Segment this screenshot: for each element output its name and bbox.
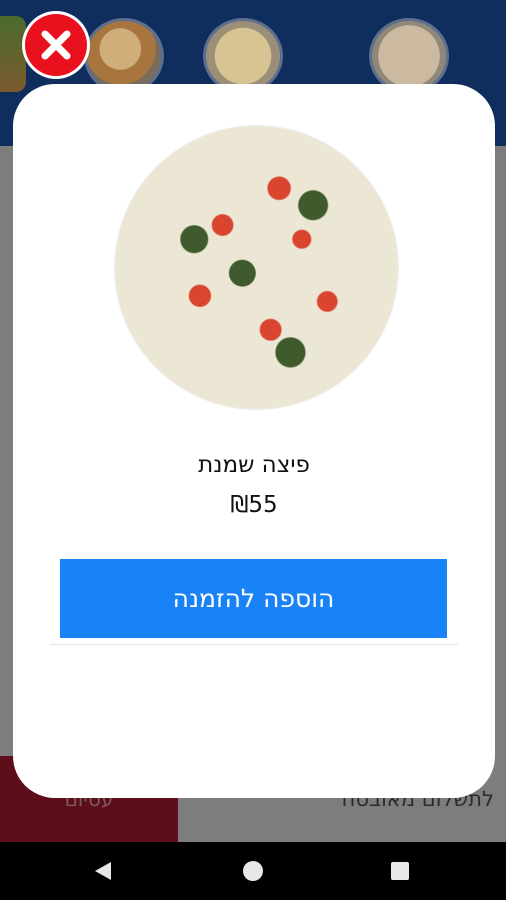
- close-button[interactable]: [25, 14, 87, 76]
- add-to-order-button[interactable]: הוספה להזמנה: [60, 559, 447, 638]
- product-dialog: פיצה שמנת ₪55 הוספה להזמנה: [13, 84, 495, 798]
- category-thumb-partial[interactable]: [0, 16, 26, 92]
- home-circle-icon[interactable]: [243, 861, 263, 881]
- category-thumb[interactable]: [369, 18, 449, 94]
- item-price: ₪55: [230, 492, 278, 518]
- back-triangle-icon[interactable]: [95, 862, 111, 880]
- category-thumb[interactable]: [84, 18, 164, 94]
- system-nav-bar: [0, 842, 506, 900]
- close-icon: [41, 30, 71, 60]
- recent-square-icon[interactable]: [391, 862, 409, 880]
- category-thumb[interactable]: [203, 18, 283, 94]
- item-name: פיצה שמנת: [198, 452, 310, 478]
- divider: [50, 644, 458, 645]
- pizza-image: [115, 126, 398, 409]
